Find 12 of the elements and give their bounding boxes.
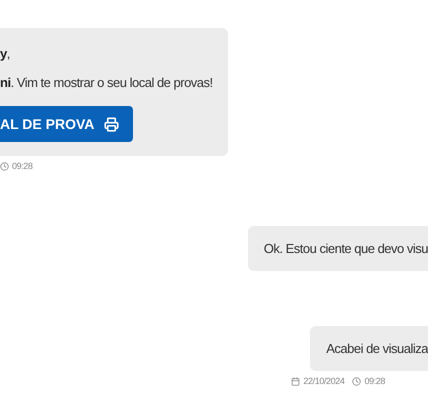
- clock-icon: [0, 162, 9, 170]
- calendar-icon: [291, 376, 300, 386]
- clock-icon: [352, 376, 362, 386]
- message-text: ni. Vim te mostrar o seu local de provas!: [0, 75, 214, 90]
- message-text: Acabei de visualiza: [326, 341, 428, 356]
- message-time: 09:28: [0, 161, 33, 171]
- print-button[interactable]: AL DE PROVA: [0, 106, 134, 142]
- message-time: 09:28: [352, 376, 385, 386]
- message-text: Ok. Estou ciente que devo visu: [264, 241, 428, 256]
- printer-icon: [104, 116, 120, 132]
- message-date: 22/10/2024: [291, 376, 344, 386]
- message-text: y,: [0, 46, 11, 61]
